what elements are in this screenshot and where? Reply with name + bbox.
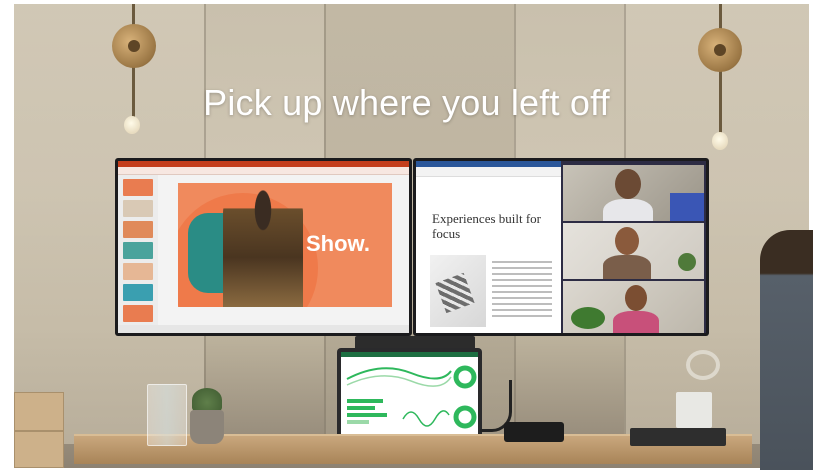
slide-thumbnail[interactable] (123, 221, 153, 238)
excel-window[interactable] (341, 352, 478, 440)
monitor-right-screen: Experiences built for focus (416, 161, 706, 333)
headline: Pick up where you left off (203, 82, 610, 123)
excel-charts (346, 365, 477, 429)
video-call-window[interactable] (561, 161, 706, 333)
slide-text: Show. (306, 231, 370, 256)
water-glass (147, 384, 187, 446)
slide-thumbnail[interactable] (123, 284, 153, 301)
word-toolbar[interactable] (416, 167, 561, 177)
slide-shape (188, 213, 228, 293)
slide-photo-person (223, 183, 303, 307)
document-image (430, 255, 486, 327)
document-title: Experiences built for focus (432, 211, 542, 241)
slide-thumbnail[interactable] (123, 179, 153, 196)
word-window[interactable]: Experiences built for focus (416, 161, 561, 333)
monitor-left: Show. (115, 158, 412, 336)
excel-donut-chart (453, 405, 477, 429)
plant (192, 388, 222, 412)
scissors (686, 350, 720, 380)
monitor-right: Experiences built for focus (413, 158, 709, 336)
excel-bar (347, 413, 387, 417)
slide-thumbnails-pane[interactable] (118, 175, 158, 325)
excel-bar (347, 406, 375, 410)
slide-thumbnail[interactable] (123, 263, 153, 280)
slide-thumbnail[interactable] (123, 242, 153, 259)
book-stack (630, 428, 726, 446)
excel-donut-chart (453, 365, 477, 389)
person-silhouette (760, 230, 813, 470)
plant-pot (190, 410, 224, 444)
powerpoint-window[interactable]: Show. (118, 161, 409, 333)
slide-thumbnail[interactable] (123, 305, 153, 322)
video-tile-participant[interactable] (563, 223, 704, 279)
powerpoint-ribbon[interactable] (118, 167, 409, 175)
pen-cup (676, 392, 712, 428)
slide-canvas[interactable]: Show. (178, 183, 392, 307)
powerpoint-statusbar (118, 325, 409, 333)
excel-line-chart (346, 375, 452, 387)
laptop (337, 348, 482, 448)
document-body-text (492, 261, 552, 321)
slide-thumbnail[interactable] (123, 200, 153, 217)
drawer-unit (14, 392, 64, 468)
video-tile-participant[interactable] (563, 165, 704, 221)
excel-line-chart (402, 410, 450, 427)
excel-bar (347, 399, 383, 403)
excel-bar (347, 420, 369, 424)
docking-station (504, 422, 564, 442)
video-tile-participant[interactable] (563, 281, 704, 333)
